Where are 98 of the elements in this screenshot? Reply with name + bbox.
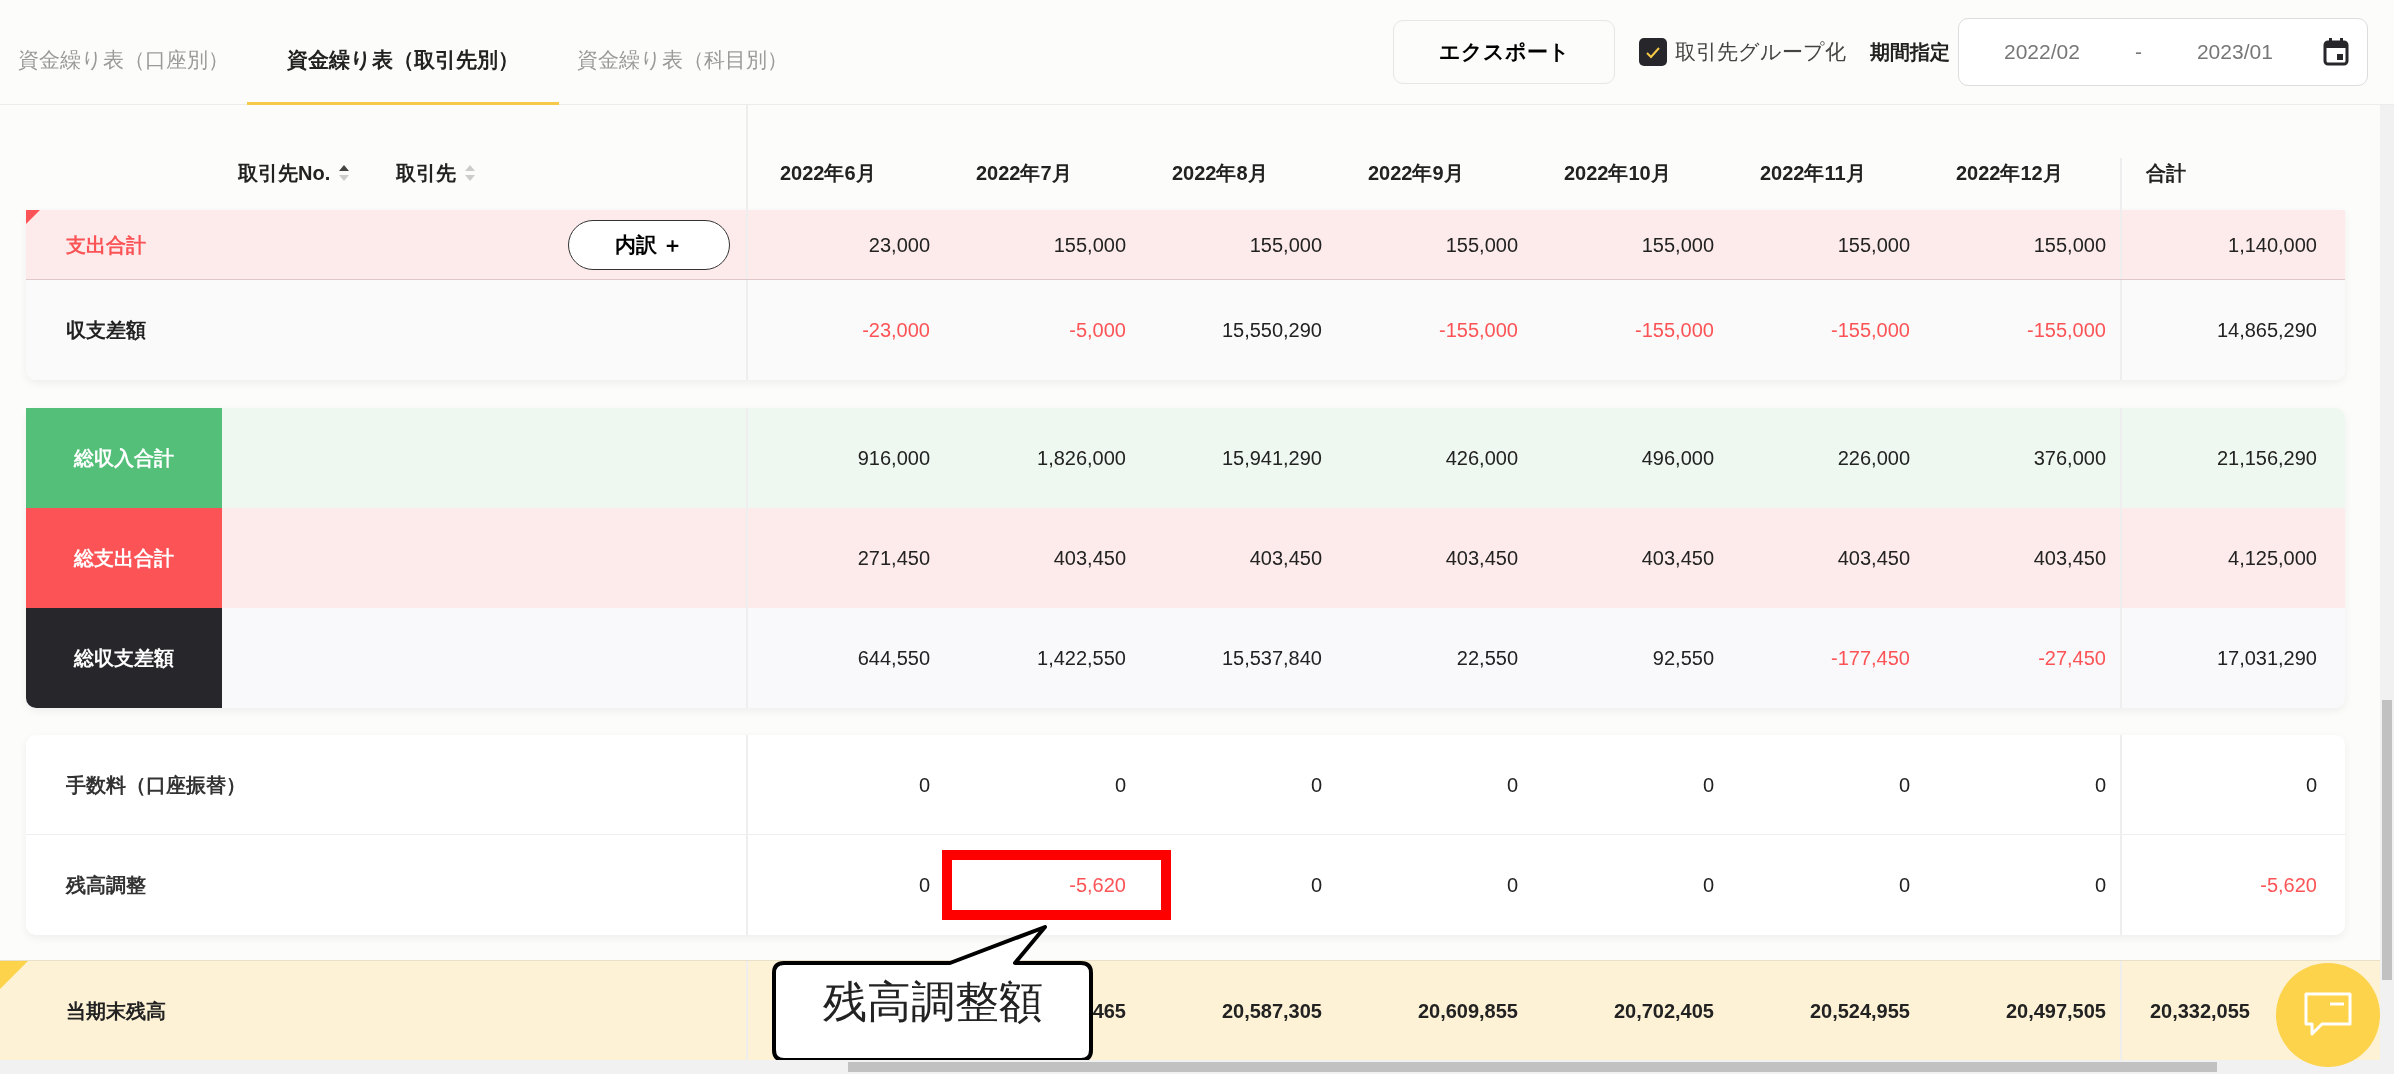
vertical-scrollbar[interactable] — [2380, 105, 2394, 1060]
export-button[interactable]: エクスポート — [1393, 20, 1615, 84]
table-cell-text: 155,000 — [1053, 232, 1126, 258]
end-date: 2023/01 — [2196, 39, 2273, 66]
table-cell-text: 21,156,290 — [2216, 446, 2317, 471]
table-cell-text: 20,587,305 — [1221, 998, 1322, 1024]
table-cell-text: 17,031,290 — [2216, 646, 2317, 671]
table-cell-text: 155,000 — [1249, 232, 1322, 258]
date-separator: - — [2134, 39, 2142, 66]
table-cell-text: 0 — [2305, 772, 2317, 798]
table-cell-text: 1,422,550 — [1037, 646, 1126, 671]
column-header: 2022年12月 — [1956, 162, 2063, 184]
calendar-icon[interactable] — [2323, 38, 2349, 66]
column-header: 合計 — [2146, 162, 2186, 184]
period-label: 期間指定 — [1870, 40, 1950, 65]
table-cell-text: 15,941,290 — [1221, 446, 1322, 471]
table-cell-text: 1,140,000 — [2228, 232, 2317, 258]
table-cell-text: 22,550 — [1456, 646, 1518, 671]
column-header[interactable]: 取引先No. — [238, 158, 331, 188]
table-cell-text: 0 — [1114, 772, 1126, 798]
table-cell-text: 0 — [918, 873, 930, 898]
table-cell-text: 0 — [1898, 873, 1910, 898]
sort-icon[interactable] — [338, 164, 351, 182]
table-cell-text: -177,450 — [1831, 646, 1910, 671]
table-cell-text: 0 — [1506, 873, 1518, 898]
date-range-field[interactable]: 2022/02 - 2023/01 — [1958, 18, 2368, 86]
table-cell-text: 23,000 — [868, 232, 930, 258]
table-cell-text: 20,332,055 — [2149, 998, 2250, 1024]
table-cell-text: -155,000 — [1831, 318, 1910, 343]
table-cell-text: 403,450 — [2033, 546, 2106, 571]
table-cell-text: 1,826,000 — [1037, 446, 1126, 471]
row-label: 総収支差額 — [26, 608, 222, 708]
table-cell-text: 0 — [1506, 772, 1518, 798]
table-cell-text: 20,609,855 — [1417, 998, 1518, 1024]
row-label: 総支出合計 — [26, 508, 222, 608]
tab[interactable]: 資金繰り表（取引先別） — [247, 0, 559, 105]
table-cell-text: -5,620 — [2260, 873, 2317, 898]
table-cell-text: 916,000 — [857, 446, 930, 471]
table-cell-text: -5,000 — [1069, 318, 1126, 343]
column-header: 2022年10月 — [1564, 162, 1671, 184]
table-cell-text: 20,524,955 — [1809, 998, 1910, 1024]
row-label: 手数料（口座振替） — [66, 772, 246, 798]
table-cell-text: 376,000 — [2033, 446, 2106, 471]
table-cell-text: 20,497,505 — [2005, 998, 2106, 1024]
table-cell-text: 403,450 — [1053, 546, 1126, 571]
table-cell-text: 465 — [1092, 998, 1126, 1024]
table-cell-text: 15,550,290 — [1221, 318, 1322, 343]
table-cell-text: 644,550 — [857, 646, 930, 671]
table-cell-text: 92,550 — [1652, 646, 1714, 671]
table-cell-text: -155,000 — [1439, 318, 1518, 343]
table-cell-text: -27,450 — [2038, 646, 2106, 671]
table-cell-text: 15,537,840 — [1221, 646, 1322, 671]
table-cell-text: 4,125,000 — [2228, 546, 2317, 571]
table-cell-text: 403,450 — [1837, 546, 1910, 571]
table-cell-text: 403,450 — [1249, 546, 1322, 571]
breakdown-button[interactable]: 内訳 ＋ — [568, 219, 730, 270]
table-cell-text: 226,000 — [1837, 446, 1910, 471]
table-cell-text: 155,000 — [2033, 232, 2106, 258]
table-cell-text: 155,000 — [1641, 232, 1714, 258]
table-cell-text: 0 — [2094, 772, 2106, 798]
table-cell-text: 0 — [1310, 772, 1322, 798]
start-date: 2022/02 — [2004, 39, 2080, 66]
table-cell-text: 496,000 — [1641, 446, 1714, 471]
table-cell-text: 0 — [1898, 772, 1910, 798]
checkbox[interactable] — [1639, 38, 1667, 66]
table-cell-text: 0 — [1702, 772, 1714, 798]
table-cell-text: 0 — [1310, 873, 1322, 898]
table-cell-text: 403,450 — [1641, 546, 1714, 571]
column-header: 2022年6月 — [780, 162, 876, 184]
column-header: 2022年7月 — [976, 162, 1072, 184]
row-label: 残高調整 — [66, 873, 146, 898]
corner-mark — [0, 961, 28, 989]
table-cell-text: -23,000 — [862, 318, 930, 343]
table-cell-text: -155,000 — [1635, 318, 1714, 343]
table-cell-text: 0 — [1702, 873, 1714, 898]
row-label: 支出合計 — [66, 232, 146, 258]
row-label: 収支差額 — [66, 318, 146, 343]
table-cell-text: 155,000 — [1837, 232, 1910, 258]
table-cell-text: 271,450 — [857, 546, 930, 571]
column-header: 2022年9月 — [1368, 162, 1464, 184]
table-cell-text: 20,702,405 — [1613, 998, 1714, 1024]
row-label: 当期末残高 — [66, 998, 166, 1024]
table-cell-text: 155,000 — [1445, 232, 1518, 258]
column-header: 2022年8月 — [1172, 162, 1268, 184]
row-label: 総収入合計 — [26, 408, 222, 508]
table-cell-text: -155,000 — [2027, 318, 2106, 343]
table-cell-text: 14,865,290 — [2216, 318, 2317, 343]
table-cell-text: 426,000 — [1445, 446, 1518, 471]
checkbox-label: 取引先グループ化 — [1675, 39, 1846, 66]
table-cell-text: 403,450 — [1445, 546, 1518, 571]
table-cell-text: 0 — [918, 772, 930, 798]
table-cell-text: -5,620 — [1069, 873, 1126, 898]
column-header[interactable]: 取引先 — [396, 158, 457, 188]
corner-mark — [26, 210, 40, 224]
table-cell-text: 0 — [2094, 873, 2106, 898]
horizontal-scrollbar[interactable] — [0, 1060, 2394, 1074]
column-header: 2022年11月 — [1760, 162, 1866, 184]
check-icon — [1645, 45, 1661, 59]
